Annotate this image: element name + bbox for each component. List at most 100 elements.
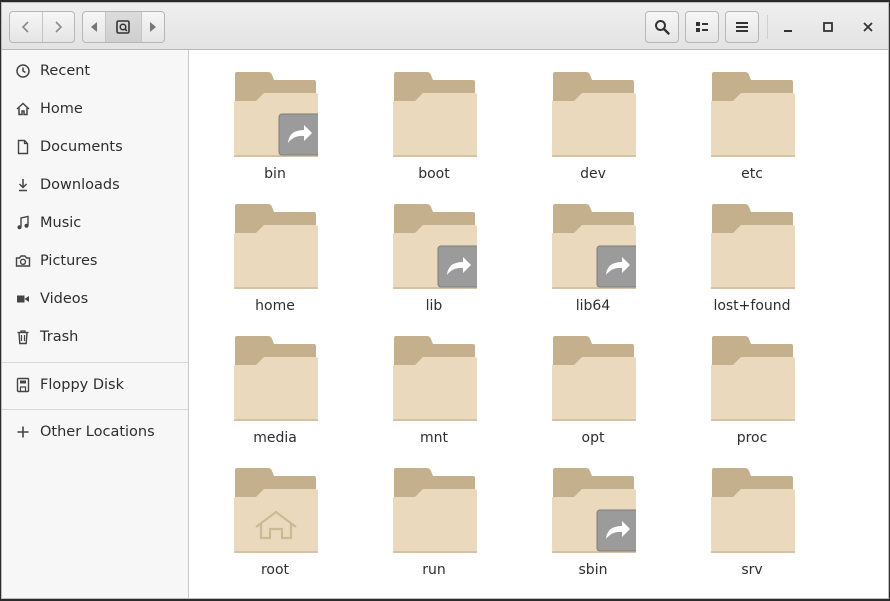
folder-item[interactable]: opt [528,320,658,446]
header-bar [2,3,888,50]
folder-icon [234,72,318,157]
minimize-icon [784,30,792,32]
minimize-button[interactable] [772,11,804,43]
symlink-arrow-icon [437,245,477,288]
sidebar-item-label: Other Locations [40,424,155,440]
folder-name: home [255,298,295,314]
folder-item[interactable]: srv [687,452,817,578]
sidebar-item-documents[interactable]: Documents [2,129,188,165]
document-icon [15,139,31,155]
search-icon [655,20,670,35]
sidebar-item-home[interactable]: Home [2,91,188,127]
folder-icon [393,336,477,421]
folder-item[interactable]: home [210,188,340,314]
file-manager-window: Recent Home Documents Downloads Music Pi… [1,2,889,599]
sidebar-item-trash[interactable]: Trash [2,319,188,355]
triangle-left-icon [90,22,97,32]
folder-icon [393,204,477,289]
sidebar-item-recent[interactable]: Recent [2,53,188,89]
maximize-icon [823,22,833,32]
folder-icon [234,204,318,289]
folder-item[interactable]: proc [687,320,817,446]
floppy-disk-icon [15,377,31,393]
folder-name: srv [741,562,763,578]
folder-icon [711,336,795,421]
sidebar-item-other-locations[interactable]: Other Locations [2,414,188,450]
close-button[interactable] [852,11,884,43]
drive-icon [116,20,131,34]
maximize-button[interactable] [812,11,844,43]
path-scroll-right-button[interactable] [141,12,164,42]
folder-icon [393,72,477,157]
folder-item[interactable]: bin [210,56,340,182]
symlink-arrow-icon [278,113,318,156]
folder-icon [711,204,795,289]
folder-item[interactable]: lib [369,188,499,314]
sidebar-item-label: Downloads [40,177,120,193]
path-scroll-left-button[interactable] [83,12,105,42]
plus-icon [15,424,31,440]
folder-icon [711,468,795,553]
folder-name: sbin [578,562,608,578]
sidebar-item-label: Floppy Disk [40,377,124,393]
sidebar-item-label: Music [40,215,82,231]
folder-icon [552,336,636,421]
folder-icon [552,72,636,157]
sidebar-item-label: Recent [40,63,91,79]
folder-item[interactable]: mnt [369,320,499,446]
folder-item[interactable]: boot [369,56,499,182]
sidebar-item-label: Videos [40,291,89,307]
file-icon-grid: bin boot dev etc home lib lib64 lost+found media… [190,50,888,598]
sidebar-item-label: Home [40,101,83,117]
folder-name: run [422,562,446,578]
close-icon [863,22,873,32]
hamburger-menu-icon [736,22,748,32]
header-separator [767,15,768,39]
folder-item[interactable]: sbin [528,452,658,578]
folder-icon [552,204,636,289]
forward-button[interactable] [41,12,75,42]
folder-icon [393,468,477,553]
folder-name: media [253,430,297,446]
download-icon [15,177,31,193]
path-bar [82,11,165,43]
sidebar-item-videos[interactable]: Videos [2,281,188,317]
folder-item[interactable]: lost+found [687,188,817,314]
search-button[interactable] [645,11,679,43]
folder-name: lib64 [575,298,611,314]
folder-icon [234,336,318,421]
home-icon [15,101,31,117]
folder-item[interactable]: root [210,452,340,578]
folder-item[interactable]: lib64 [528,188,658,314]
sidebar-item-music[interactable]: Music [2,205,188,241]
sidebar-item-pictures[interactable]: Pictures [2,243,188,279]
list-view-icon [696,22,708,32]
symlink-arrow-icon [596,509,636,552]
folder-item[interactable]: media [210,320,340,446]
sidebar-separator [2,409,188,410]
folder-icon [234,468,318,553]
sidebar-item-downloads[interactable]: Downloads [2,167,188,203]
view-toggle-button[interactable] [685,11,719,43]
trash-icon [15,329,31,345]
menu-button[interactable] [725,11,759,43]
folder-item[interactable]: etc [687,56,817,182]
folder-item[interactable]: dev [528,56,658,182]
folder-name: lost+found [713,298,791,314]
folder-name: opt [581,430,605,446]
folder-name: root [260,562,290,578]
folder-name: etc [741,166,763,182]
sidebar-item-floppy-disk[interactable]: Floppy Disk [2,367,188,403]
back-button[interactable] [10,12,42,42]
chevron-right-icon [55,21,63,33]
sidebar-item-label: Documents [40,139,123,155]
clock-icon [15,63,31,79]
folder-name: bin [264,166,286,182]
music-icon [15,215,31,231]
folder-item[interactable]: run [369,452,499,578]
path-root-button[interactable] [104,12,142,42]
sidebar-separator [2,362,188,363]
video-icon [15,291,31,307]
folder-name: dev [580,166,606,182]
chevron-left-icon [21,21,29,33]
